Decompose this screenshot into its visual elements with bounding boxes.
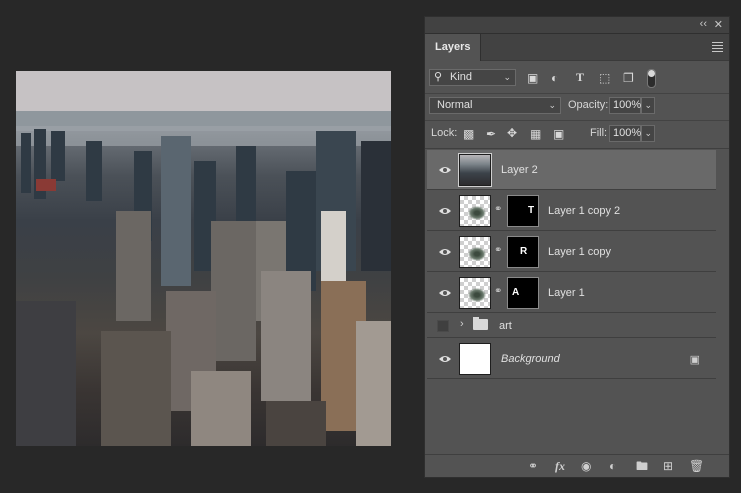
mask-letter: R [520, 246, 528, 257]
lock-icon: ▣ [689, 354, 700, 366]
city-skyline-photo [16, 71, 391, 446]
layer-name[interactable]: Layer 1 copy [548, 232, 611, 271]
layer-thumbnail[interactable] [459, 343, 491, 375]
document-canvas-image[interactable] [16, 71, 391, 446]
smart-object-filter-icon[interactable]: ❐ [623, 71, 634, 85]
mask-letter: A [512, 287, 520, 298]
layer-row-background[interactable]: Background ▣ [427, 339, 716, 379]
panel-tab-bar: Layers [425, 34, 729, 61]
visibility-toggle-off[interactable] [437, 320, 449, 332]
adjustment-layer-icon[interactable]: ◐ [609, 459, 616, 473]
blend-mode-value: Normal [437, 99, 473, 111]
layer-thumbnail[interactable] [459, 236, 491, 268]
filter-row: ⚲ Kind ⌄ ▣ ◐ T ⬚ ❐ [425, 69, 729, 89]
filter-kind-select[interactable]: ⚲ Kind ⌄ [429, 69, 516, 86]
panel-footer: ⚭ fx ◉ ◐ 🖿 ⊞ 🗑 [425, 454, 729, 477]
tab-layers[interactable]: Layers [425, 34, 482, 61]
folder-icon [473, 317, 488, 330]
layer-mask-thumbnail[interactable]: A [507, 277, 539, 309]
layer-row-layer-1[interactable]: ⚭ A Layer 1 [427, 273, 716, 313]
visibility-eye-icon[interactable] [435, 339, 455, 378]
layer-thumbnail[interactable] [458, 153, 492, 187]
chevron-down-icon: ⌄ [548, 100, 556, 110]
search-icon: ⚲ [434, 71, 443, 83]
lock-all-icon[interactable]: ▣ [553, 127, 564, 141]
mask-letter: T [528, 205, 535, 216]
layer-name[interactable]: Layer 2 [501, 150, 538, 189]
mask-link-chain-icon[interactable]: ⚭ [494, 245, 502, 256]
visibility-eye-icon[interactable] [435, 150, 455, 189]
collapse-panel-icon[interactable]: ‹‹ [700, 18, 707, 30]
blend-mode-select[interactable]: Normal ⌄ [429, 97, 561, 114]
fx-icon[interactable]: fx [555, 459, 565, 473]
blend-row: Normal ⌄ Opacity: 100% ⌄ [425, 97, 729, 115]
expand-chevron-icon[interactable]: › [460, 318, 464, 330]
visibility-eye-icon[interactable] [435, 191, 455, 230]
link-layers-icon[interactable]: ⚭ [528, 459, 538, 473]
lock-image-pixels-icon[interactable]: ✒ [486, 127, 496, 141]
visibility-eye-icon[interactable] [435, 273, 455, 312]
new-layer-icon[interactable]: ⊞ [663, 459, 673, 473]
layer-name[interactable]: Background [501, 339, 560, 378]
panel-menu-icon[interactable] [712, 40, 723, 54]
lock-artboard-icon[interactable]: ▦ [530, 127, 541, 141]
layer-name[interactable]: Layer 1 [548, 273, 585, 312]
panel-title-strip: ‹‹ ✕ [425, 17, 729, 34]
image-filter-icon[interactable]: ▣ [527, 71, 538, 85]
layer-list: Layer 2 ⚭ T Layer 1 copy 2 ⚭ R Layer 1 c… [425, 150, 729, 380]
trash-icon[interactable]: 🗑 [689, 459, 704, 473]
layer-row-art-group[interactable]: › art [427, 314, 716, 338]
layer-row-layer-1-copy-2[interactable]: ⚭ T Layer 1 copy 2 [427, 191, 716, 231]
fill-dropdown-button[interactable]: ⌄ [641, 125, 655, 142]
mask-link-chain-icon[interactable]: ⚭ [494, 204, 502, 215]
layer-name[interactable]: Layer 1 copy 2 [548, 191, 620, 230]
add-mask-icon[interactable]: ◉ [581, 459, 591, 473]
chevron-down-icon: ⌄ [503, 72, 511, 82]
lock-row: Lock: ▩ ✒ ✥ ▦ ▣ Fill: 100% ⌄ [425, 125, 729, 143]
layer-row-layer-2[interactable]: Layer 2 [427, 150, 716, 190]
visibility-eye-icon[interactable] [435, 232, 455, 271]
shape-filter-icon[interactable]: ⬚ [599, 71, 610, 85]
fill-label: Fill: [590, 127, 608, 139]
lock-label: Lock: [431, 127, 458, 139]
adjustment-filter-icon[interactable]: ◐ [551, 71, 558, 85]
layers-panel: ‹‹ ✕ Layers ⚲ Kind ⌄ ▣ ◐ T ⬚ ❐ Normal ⌄ … [424, 16, 730, 478]
opacity-input[interactable]: 100% [609, 97, 641, 114]
filter-toggle-icon[interactable] [647, 69, 656, 88]
layer-name[interactable]: art [499, 314, 512, 337]
mask-link-chain-icon[interactable]: ⚭ [494, 286, 502, 297]
layer-thumbnail[interactable] [459, 277, 491, 309]
layer-row-layer-1-copy[interactable]: ⚭ R Layer 1 copy [427, 232, 716, 272]
close-panel-icon[interactable]: ✕ [714, 18, 723, 31]
layer-thumbnail[interactable] [459, 195, 491, 227]
chevron-down-icon: ⌄ [644, 100, 652, 110]
new-group-icon[interactable]: 🖿 [636, 459, 648, 473]
opacity-label: Opacity: [568, 99, 609, 111]
lock-position-icon[interactable]: ✥ [507, 126, 517, 140]
opacity-dropdown-button[interactable]: ⌄ [641, 97, 655, 114]
chevron-down-icon: ⌄ [644, 128, 652, 138]
layer-mask-thumbnail[interactable]: T [507, 195, 539, 227]
type-filter-icon[interactable]: T [576, 70, 584, 84]
fill-input[interactable]: 100% [609, 125, 641, 142]
filter-kind-label: Kind [450, 71, 473, 83]
lock-transparent-pixels-icon[interactable]: ▩ [463, 127, 474, 141]
layer-mask-thumbnail[interactable]: R [507, 236, 539, 268]
